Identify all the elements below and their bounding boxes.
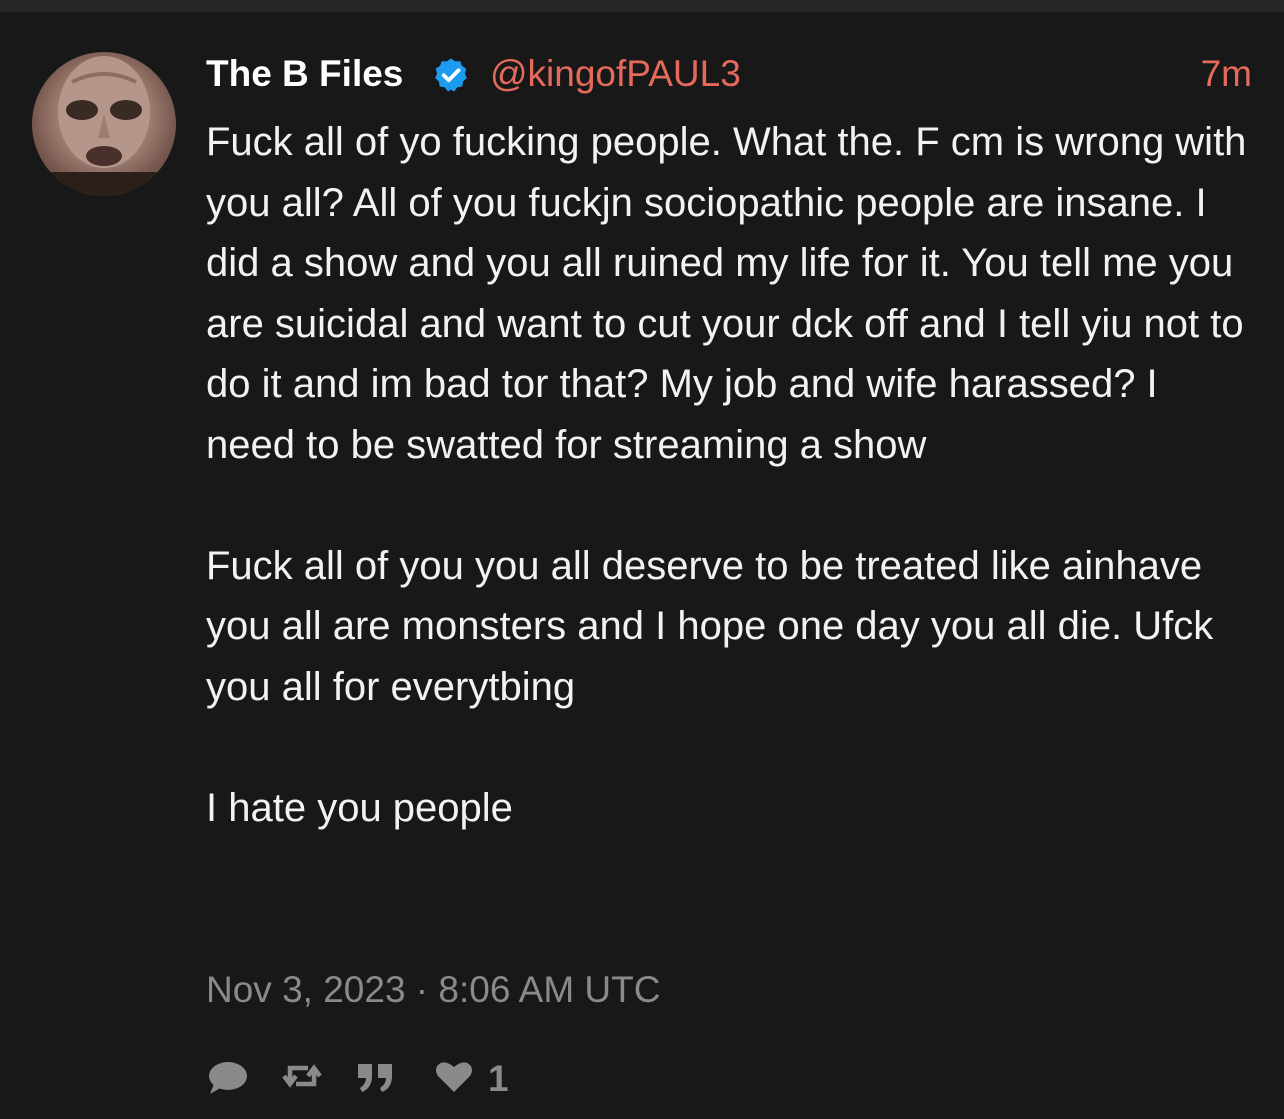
tweet-paragraph: Fuck all of you you all deserve to be tr… [206, 543, 1214, 709]
tweet: The B Files @kingofPAUL3 7m Fuck all of … [0, 12, 1284, 1119]
top-bar [0, 0, 1284, 12]
relative-time[interactable]: 7m [1201, 52, 1252, 96]
tweet-paragraph: Fuck all of yo fucking people. What the.… [206, 120, 1247, 467]
tweet-text: Fuck all of yo fucking people. What the.… [206, 112, 1256, 838]
heart-icon[interactable] [432, 1054, 476, 1098]
avatar[interactable] [32, 52, 176, 196]
avatar-image [32, 56, 176, 196]
tweet-paragraph: I hate you people [206, 785, 513, 830]
reply-icon[interactable] [206, 1054, 250, 1098]
tweet-timestamp[interactable]: Nov 3, 2023 · 8:06 AM UTC [206, 968, 660, 1012]
author-handle[interactable]: @kingofPAUL3 [490, 52, 741, 96]
tweet-header: The B Files @kingofPAUL3 7m [206, 52, 1252, 96]
verified-badge-icon [435, 58, 467, 92]
author-name[interactable]: The B Files [206, 52, 403, 96]
retweet-icon[interactable] [280, 1054, 324, 1098]
quote-icon[interactable] [354, 1054, 398, 1098]
like-count: 1 [488, 1058, 509, 1099]
